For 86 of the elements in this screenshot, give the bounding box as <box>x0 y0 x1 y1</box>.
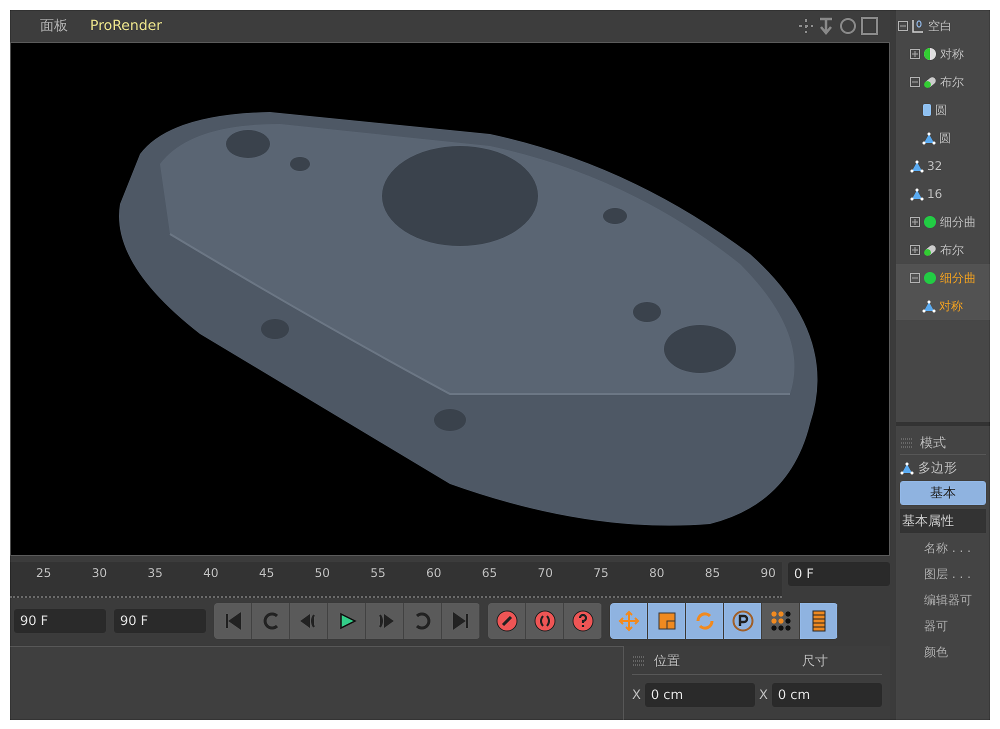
record-button[interactable] <box>564 603 602 639</box>
frame-field[interactable]: 0 F <box>788 562 890 586</box>
triangle-icon <box>922 300 936 312</box>
frame-number: 25 <box>36 565 52 582</box>
collapse-icon[interactable] <box>910 77 920 87</box>
tree-item[interactable]: 32 <box>896 152 990 180</box>
expand-icon[interactable] <box>910 245 920 255</box>
section-heading: 基本属性 <box>900 509 986 533</box>
scale-icon <box>656 610 678 632</box>
frame-number: 90 <box>760 565 776 582</box>
attribute-label: 名称 . . . <box>923 540 972 556</box>
tree-item[interactable]: 细分曲 <box>896 264 990 292</box>
3d-viewport[interactable] <box>10 42 890 556</box>
mode-button[interactable] <box>800 603 838 639</box>
mode-button[interactable] <box>762 603 800 639</box>
attribute-label: 器可 <box>923 618 949 634</box>
frame-number: 45 <box>258 565 274 582</box>
tree-item[interactable]: 空白 <box>896 12 990 40</box>
object-name: 多边形 <box>918 460 957 477</box>
mode-button[interactable] <box>610 603 648 639</box>
triangle-icon <box>910 188 924 200</box>
sphere-icon <box>923 271 937 285</box>
tree-item[interactable]: 细分曲 <box>896 208 990 236</box>
triangle-icon <box>922 132 936 144</box>
tree-item[interactable]: 16 <box>896 180 990 208</box>
record-button[interactable] <box>526 603 564 639</box>
attribute-label: 颜色 <box>923 644 949 660</box>
number-field[interactable]: 0 cm <box>644 683 755 707</box>
column-heading: 尺寸 <box>802 653 828 670</box>
key-icon <box>496 610 518 632</box>
parameter-icon <box>732 610 754 632</box>
expand-icon[interactable] <box>910 49 920 59</box>
column-heading: 位置 <box>654 653 681 670</box>
tree-item[interactable]: 圆 <box>896 124 990 152</box>
mode-button[interactable] <box>724 603 762 639</box>
triangle-icon <box>910 160 924 172</box>
mode-button[interactable] <box>648 603 686 639</box>
viewport-nav-icons[interactable] <box>798 16 878 36</box>
frame-number: 30 <box>92 565 108 582</box>
dot-grid-icon <box>770 610 792 632</box>
rotate-icon <box>694 610 716 632</box>
mode-button[interactable] <box>686 603 724 639</box>
tree-item[interactable]: 圆 <box>896 96 990 124</box>
capsule-icon <box>923 75 937 89</box>
tree-item[interactable]: 布尔 <box>896 236 990 264</box>
tree-item[interactable]: 布尔 <box>896 68 990 96</box>
tree-item[interactable]: 对称 <box>896 292 990 320</box>
frame-number: 35 <box>147 565 163 582</box>
record-icon <box>534 610 556 632</box>
null-object-icon <box>911 19 925 33</box>
collapse-icon[interactable] <box>910 273 920 283</box>
move-icon <box>618 610 640 632</box>
frame-number: 85 <box>704 565 720 582</box>
sphere-icon <box>923 215 937 229</box>
axis-label: X <box>632 688 641 702</box>
capsule-icon <box>923 243 937 257</box>
playback-button[interactable] <box>328 603 366 639</box>
record-button[interactable] <box>488 603 526 639</box>
tab[interactable]: 基本 <box>900 481 986 505</box>
triangle-icon <box>900 462 914 474</box>
frame-number: 70 <box>538 565 553 582</box>
frame-number: 75 <box>593 565 609 582</box>
question-icon <box>572 610 594 632</box>
collapse-icon[interactable] <box>898 21 908 31</box>
frame-number: 60 <box>426 565 442 582</box>
attribute-label: 编辑器可 <box>923 592 973 608</box>
menu-item[interactable]: 模式 <box>920 434 946 452</box>
timeline-ruler[interactable]: 25 30 35 40 45 50 55 60 65 70 75 80 85 90 <box>10 562 782 598</box>
frame-number: 55 <box>370 565 386 582</box>
axis-label: X <box>759 688 768 702</box>
menu-item[interactable]: 面板 <box>40 17 68 35</box>
grip-icon <box>900 436 914 450</box>
attribute-label: 图层 . . . <box>923 566 972 582</box>
frame-number: 40 <box>203 565 218 582</box>
number-field[interactable]: 0 cm <box>772 683 882 707</box>
half-sphere-icon <box>923 47 937 61</box>
frame-number: 50 <box>314 565 330 582</box>
frame-number: 80 <box>649 565 664 582</box>
menu-item[interactable]: ProRender <box>90 18 162 34</box>
frame-field[interactable]: 90 F <box>14 609 106 633</box>
cylinder-icon <box>922 103 932 117</box>
expand-icon[interactable] <box>910 217 920 227</box>
tree-item[interactable]: 对称 <box>896 40 990 68</box>
grip-icon <box>632 654 646 668</box>
frame-field[interactable]: 90 F <box>114 609 206 633</box>
frame-number: 65 <box>482 565 498 582</box>
